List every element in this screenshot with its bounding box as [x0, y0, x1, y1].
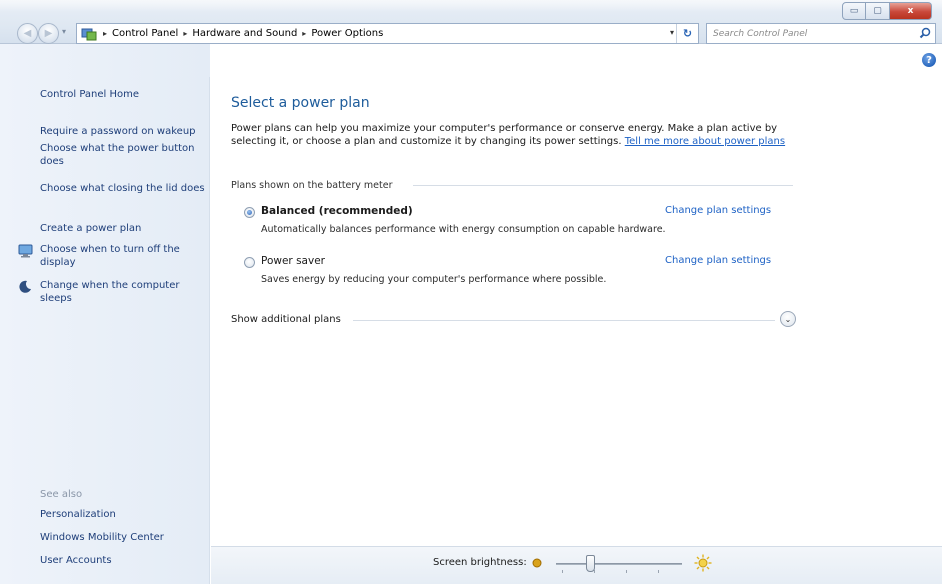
address-dropdown-icon[interactable]: ▾: [670, 28, 674, 37]
slider-tick: [658, 570, 659, 573]
expand-plans-button[interactable]: ⌄: [780, 311, 796, 327]
sidebar-control-panel-home[interactable]: Control Panel Home: [40, 88, 205, 101]
recent-pages-dropdown-icon[interactable]: ▾: [62, 27, 66, 36]
slider-tick: [626, 570, 627, 573]
power-saver-change-settings-link[interactable]: Change plan settings: [665, 255, 771, 266]
control-panel-icon: [77, 24, 101, 43]
moon-icon: [18, 280, 32, 297]
breadcrumb-power-options[interactable]: Power Options: [308, 28, 386, 39]
show-plans-divider: [353, 320, 775, 321]
bright-sun-icon: [694, 554, 712, 575]
maximize-button[interactable]: ▢: [866, 2, 890, 20]
brightness-slider-track[interactable]: [556, 563, 682, 565]
search-icon[interactable]: [919, 27, 931, 42]
see-also-heading: See also: [40, 489, 83, 500]
plan-name-balanced[interactable]: Balanced (recommended): [261, 205, 413, 217]
power-saver-radio[interactable]: [244, 257, 255, 268]
slider-tick: [562, 570, 563, 573]
brightness-slider-thumb[interactable]: [585, 555, 595, 572]
refresh-button[interactable]: ↻: [676, 24, 698, 43]
sidebar-create-plan[interactable]: Create a power plan: [40, 222, 205, 235]
breadcrumb-hardware-and-sound[interactable]: Hardware and Sound: [189, 28, 300, 39]
see-also-user-accounts[interactable]: User Accounts: [40, 555, 112, 566]
address-bar[interactable]: ▸ Control Panel ▸ Hardware and Sound ▸ P…: [76, 23, 699, 44]
screen-brightness-label: Screen brightness:: [433, 557, 527, 568]
help-icon[interactable]: ?: [922, 53, 936, 67]
page-title: Select a power plan: [231, 95, 370, 111]
see-also-mobility-center[interactable]: Windows Mobility Center: [40, 532, 164, 543]
plan-name-power-saver[interactable]: Power saver: [261, 255, 325, 267]
group-divider: [413, 185, 793, 186]
plans-group-label: Plans shown on the battery meter: [231, 180, 393, 191]
arrow-left-icon: ◀: [23, 28, 32, 39]
breadcrumb-separator-icon: ▸: [103, 29, 108, 38]
sidebar-turn-off-display[interactable]: Choose when to turn off the display: [40, 243, 205, 269]
show-additional-plans-label[interactable]: Show additional plans: [231, 314, 341, 325]
sidebar-computer-sleeps[interactable]: Change when the computer sleeps: [40, 279, 205, 305]
breadcrumb-separator-icon: ▸: [183, 29, 188, 38]
minimize-button[interactable]: ▭: [842, 2, 866, 20]
see-also-personalization[interactable]: Personalization: [40, 509, 116, 520]
search-box: [706, 23, 936, 44]
tell-me-more-link[interactable]: Tell me more about power plans: [625, 136, 785, 147]
back-button[interactable]: ◀: [17, 23, 38, 44]
title-bar-glow: [0, 0, 942, 12]
close-button[interactable]: x: [890, 2, 932, 20]
sidebar-power-button[interactable]: Choose what the power button does: [40, 142, 205, 168]
breadcrumb-separator-icon: ▸: [302, 29, 307, 38]
balanced-change-settings-link[interactable]: Change plan settings: [665, 205, 771, 216]
breadcrumb-control-panel[interactable]: Control Panel: [109, 28, 181, 39]
arrow-right-icon: ▶: [44, 28, 53, 39]
balanced-radio[interactable]: [244, 207, 255, 218]
plan-desc-balanced: Automatically balances performance with …: [261, 224, 666, 235]
dim-sun-icon: [531, 557, 543, 572]
intro-text: Power plans can help you maximize your c…: [231, 122, 801, 148]
brightness-bar: [211, 546, 942, 584]
sidebar-require-password[interactable]: Require a password on wakeup: [40, 125, 205, 138]
sidebar-closing-lid[interactable]: Choose what closing the lid does: [40, 182, 205, 195]
window-controls: ▭ ▢ x: [842, 2, 932, 20]
search-input[interactable]: [707, 24, 912, 43]
forward-button[interactable]: ▶: [38, 23, 59, 44]
sidebar-top: [0, 44, 210, 77]
plan-desc-power-saver: Saves energy by reducing your computer's…: [261, 274, 607, 285]
monitor-icon: [18, 244, 34, 261]
